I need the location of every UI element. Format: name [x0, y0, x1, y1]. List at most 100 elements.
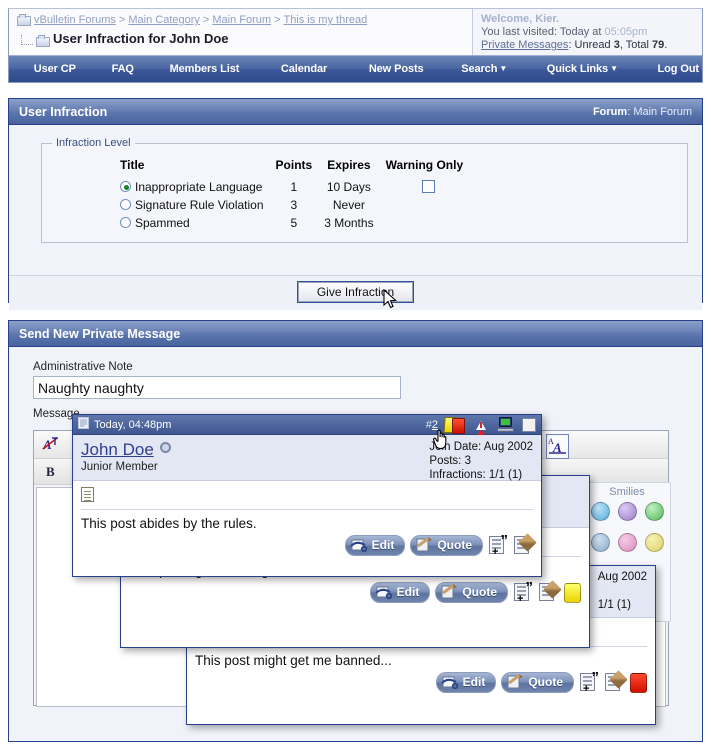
radio-signature-rule-violation[interactable]	[120, 199, 131, 210]
quote-button[interactable]: Quote	[501, 672, 574, 693]
post-2-stats: Join Date: Aug 2002 Posts: 3 Infractions…	[429, 440, 533, 482]
quote-button-label: Quote	[462, 585, 497, 599]
nav-item-members-list[interactable]: Members List	[167, 63, 243, 75]
quick-reply-button[interactable]	[604, 670, 628, 692]
forum-bucket-icon	[17, 14, 31, 26]
post-2-userinfo: John Doe Junior Member Join Date: Aug 20…	[73, 435, 541, 481]
breadcrumb-separator: >	[202, 14, 210, 26]
quote-button[interactable]: Quote	[410, 535, 483, 556]
quote-button-label: Quote	[437, 538, 472, 552]
infraction-points-0: 1	[290, 180, 298, 194]
warning-only-checkbox-0[interactable]	[421, 180, 435, 193]
user-infraction-panel-title: User Infraction	[19, 104, 108, 119]
edit-button-label: Edit	[396, 585, 420, 599]
administrative-note-input[interactable]	[33, 376, 401, 399]
card-warning-icon[interactable]	[443, 416, 465, 434]
font-color-icon[interactable]: AA	[546, 434, 569, 459]
edit-button-label: Edit	[371, 538, 395, 552]
post-number-value: 2	[431, 418, 438, 431]
post-number[interactable]: #2	[426, 419, 438, 431]
edit-button[interactable]: Edit	[344, 535, 406, 556]
frown-smilie[interactable]	[617, 502, 637, 521]
radio-inappropriate-language[interactable]	[120, 181, 131, 192]
table-row[interactable]: Inappropriate Language 1 10 Days	[114, 178, 469, 196]
multiquote-button[interactable]: ” +	[513, 580, 533, 605]
yellow-card-icon[interactable]	[564, 582, 581, 603]
quick-reply-button[interactable]	[538, 580, 562, 602]
report-warning-icon[interactable]	[473, 417, 489, 443]
pm-panel-header: Send New Private Message	[9, 321, 702, 347]
breadcrumb-link-thread[interactable]: This is my thread	[283, 14, 367, 26]
radio-spammed[interactable]	[120, 217, 131, 228]
table-header-row: Title Points Expires Warning Only	[114, 157, 469, 178]
column-header-expires: Expires	[327, 158, 371, 172]
bold-button[interactable]: B	[46, 464, 55, 480]
quick-reply-button[interactable]	[513, 533, 537, 555]
infraction-option-0[interactable]: Inappropriate Language	[114, 178, 270, 196]
blank-icon[interactable]	[522, 417, 536, 432]
quote-button[interactable]: Quote	[435, 582, 508, 603]
private-messages-link[interactable]: Private Messages	[481, 39, 568, 51]
nav-item-quick-links-label: Quick Links	[546, 63, 609, 75]
main-navigation: User CP FAQ Members List Calendar New Po…	[9, 55, 702, 82]
nav-item-new-posts[interactable]: New Posts	[366, 63, 427, 75]
multiquote-button[interactable]: ” +	[488, 533, 508, 558]
panel-forum-info: Forum: Main Forum	[593, 106, 692, 118]
give-infraction-button[interactable]: Give Infraction	[296, 281, 415, 303]
join-date-label: Join Date:	[429, 441, 484, 453]
post-3-stats	[578, 481, 581, 509]
bigteeth-smilie[interactable]	[644, 502, 664, 521]
edit-button[interactable]: Edit	[435, 672, 497, 693]
smile-smilie[interactable]	[590, 502, 610, 521]
remove-format-icon[interactable]: A	[42, 436, 60, 456]
posts-label: Posts:	[429, 455, 465, 467]
confused-smilie[interactable]	[590, 533, 610, 552]
administrative-note-label: Administrative Note	[33, 361, 133, 373]
warning-only-cell-2	[380, 214, 470, 232]
computer-icon[interactable]	[497, 417, 514, 432]
forum-bucket-icon	[36, 35, 50, 47]
post-2-icon-row	[81, 487, 533, 507]
nav-item-search[interactable]: Search ▼	[458, 63, 510, 75]
site-header: vBulletin Forums > Main Category > Main Foru…	[8, 8, 703, 83]
nav-item-user-cp[interactable]: User CP	[31, 63, 79, 75]
posts-value: 3	[464, 455, 471, 467]
warning-only-cell-0[interactable]	[380, 178, 470, 196]
edit-button[interactable]: Edit	[369, 582, 431, 603]
join-date-value: Aug 2002	[483, 441, 533, 453]
post-3-actions: Edit Quote ” +	[129, 580, 581, 606]
infraction-points-1: 3	[290, 198, 298, 212]
infractions-label: Infractions:	[429, 469, 489, 481]
nav-item-faq[interactable]: FAQ	[109, 63, 137, 75]
infraction-expires-0: 10 Days	[326, 180, 371, 194]
post-4-infractions-value: 1/1 (1)	[597, 599, 631, 611]
user-infraction-panel-header: User Infraction Forum: Main Forum	[9, 99, 702, 125]
quote-icon	[506, 673, 524, 691]
table-row[interactable]: Signature Rule Violation 3 Never	[114, 196, 469, 214]
infractions-value: 1/1 (1)	[488, 469, 523, 481]
nav-item-quick-links[interactable]: Quick Links ▼	[544, 63, 621, 75]
nav-item-log-out[interactable]: Log Out	[655, 63, 702, 75]
post-icon	[78, 417, 89, 432]
post-2-username[interactable]: John Doe	[81, 440, 154, 459]
breadcrumb-link-forums[interactable]: vBulletin Forums	[34, 14, 116, 26]
happy-smilie[interactable]	[644, 533, 664, 552]
red-card-icon[interactable]	[630, 672, 647, 693]
table-row[interactable]: Spammed 5 3 Months	[114, 214, 469, 232]
last-visit-label: You last visited: Today at	[481, 26, 605, 38]
nav-item-calendar[interactable]: Calendar	[278, 63, 330, 75]
infraction-option-2[interactable]: Spammed	[114, 214, 270, 232]
user-infraction-panel: User Infraction Forum: Main Forum Infrac…	[8, 98, 703, 310]
post-4-actions: Edit Quote ” +	[195, 670, 647, 696]
quote-icon	[440, 583, 458, 601]
infraction-title-1: Signature Rule Violation	[135, 198, 264, 212]
multiquote-button[interactable]: ” +	[579, 670, 599, 695]
breadcrumb-link-forum[interactable]: Main Forum	[212, 14, 271, 26]
blush-smilie[interactable]	[617, 533, 637, 552]
divider	[81, 509, 533, 510]
breadcrumb-link-category[interactable]: Main Category	[128, 14, 200, 26]
pm-total-count: 79	[652, 39, 665, 51]
forum-label: Forum	[592, 105, 628, 118]
column-header-warning-only: Warning Only	[385, 158, 464, 172]
infraction-option-1[interactable]: Signature Rule Violation	[114, 196, 270, 214]
